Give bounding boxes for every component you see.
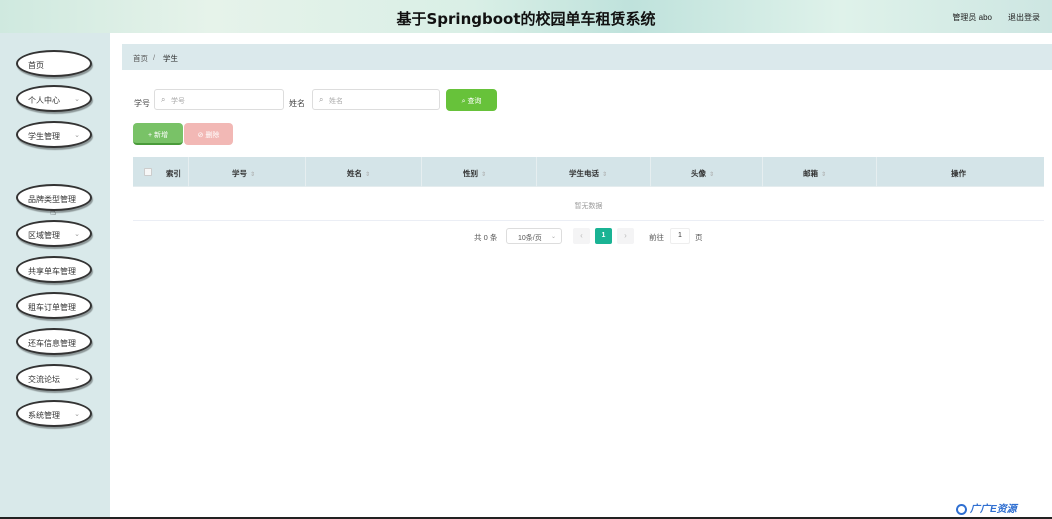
select-all-checkbox[interactable] <box>144 168 152 176</box>
breadcrumb-separator: / <box>153 53 156 62</box>
page-unit-label: 页 <box>695 233 703 242</box>
sidebar-item-shared-bike-management[interactable]: 共享单车管理 <box>16 256 92 283</box>
column-header-phone[interactable]: 学生电话 ⇕ <box>569 168 607 179</box>
sidebar: 首页 个人中心 ⌄ 学生管理 ⌄ 学生 ☝ 品牌类型管理 区域管理 ⌄ 共享单车… <box>0 33 110 519</box>
chevron-down-icon: ⌄ <box>74 96 80 103</box>
chevron-down-icon: ⌄ <box>74 132 80 139</box>
next-page-button[interactable]: › <box>617 228 634 244</box>
add-button[interactable]: + 新增 <box>133 123 183 145</box>
chevron-down-icon: ⌄ <box>550 234 556 240</box>
sidebar-item-label: 首页 <box>28 61 44 70</box>
sidebar-item-label: 区域管理 <box>28 231 60 240</box>
chevron-down-icon: ⌄ <box>74 375 80 382</box>
sidebar-item-rental-order-management[interactable]: 租车订单管理 <box>16 292 92 319</box>
sidebar-item-student-management[interactable]: 学生管理 ⌄ <box>16 121 92 148</box>
sidebar-item-label: 交流论坛 <box>28 375 60 384</box>
table-empty-row: 暂无数据 <box>133 187 1044 221</box>
sidebar-item-label: 个人中心 <box>28 96 60 105</box>
name-label: 姓名 <box>289 99 305 108</box>
sidebar-item-label: 共享单车管理 <box>28 267 76 276</box>
column-header-name[interactable]: 姓名 ⇕ <box>347 168 370 179</box>
logout-button[interactable]: 退出登录 <box>1008 12 1040 23</box>
sidebar-item-label: 系统管理 <box>28 411 60 420</box>
breadcrumb-current: 学生 <box>163 54 178 63</box>
table-header: 索引 学号 ⇕ 姓名 ⇕ 性别 ⇕ 学生电话 ⇕ 头像 ⇕ 邮箱 ⇕ 操作 <box>133 157 1044 187</box>
goto-page-input[interactable]: 1 <box>670 228 690 244</box>
watermark-text: 广广E资源 <box>970 504 1017 515</box>
column-header-avatar[interactable]: 头像 ⇕ <box>691 168 714 179</box>
column-header-gender[interactable]: 性别 ⇕ <box>463 168 486 179</box>
search-icon: ⌕ <box>319 95 324 104</box>
sidebar-item-return-info-management[interactable]: 还车信息管理 <box>16 328 92 355</box>
add-button-label: 新增 <box>154 132 169 139</box>
column-header-index: 索引 <box>166 169 181 178</box>
name-input[interactable]: ⌕ 姓名 <box>312 89 440 110</box>
watermark-logo: 广广E资源 <box>956 500 1048 516</box>
sidebar-item-label: 品牌类型管理 <box>28 195 76 204</box>
prev-page-button[interactable]: ‹ <box>573 228 590 244</box>
name-placeholder: 姓名 <box>329 98 343 105</box>
search-icon: ⌕ <box>161 95 166 104</box>
column-header-student-id[interactable]: 学号 ⇕ <box>232 168 255 179</box>
main-content: 首页 / 学生 学号 ⌕ 学号 姓名 ⌕ 姓名 ⌕ 查询 + 新增 ⊘ 删除 索… <box>122 44 1052 519</box>
sidebar-item-area-management[interactable]: 区域管理 ⌄ <box>16 220 92 247</box>
page-size-select[interactable]: 10条/页 ⌄ <box>506 228 562 244</box>
sidebar-item-system-management[interactable]: 系统管理 ⌄ <box>16 400 92 427</box>
top-header: 基于Springboot的校园单车租赁系统 管理员 abo 退出登录 <box>0 0 1052 33</box>
student-id-label: 学号 <box>134 99 150 108</box>
delete-button[interactable]: ⊘ 删除 <box>184 123 233 145</box>
breadcrumb-home[interactable]: 首页 <box>133 53 148 64</box>
pagination-total: 共 0 条 <box>474 233 498 242</box>
sidebar-item-forum[interactable]: 交流论坛 ⌄ <box>16 364 92 391</box>
logo-circle-icon <box>956 503 967 515</box>
sidebar-item-home[interactable]: 首页 <box>16 50 92 77</box>
page-size-value: 10条/页 <box>518 235 542 242</box>
column-header-actions: 操作 <box>951 169 966 178</box>
column-header-email[interactable]: 邮箱 ⇕ <box>803 168 826 179</box>
delete-button-label: 删除 <box>205 132 220 139</box>
empty-table-text: 暂无数据 <box>574 203 603 210</box>
student-id-input[interactable]: ⌕ 学号 <box>154 89 284 110</box>
breadcrumb: 首页 / 学生 <box>122 44 1052 70</box>
page-number-1[interactable]: 1 <box>595 228 612 244</box>
search-button[interactable]: ⌕ 查询 <box>446 89 497 111</box>
sidebar-item-brand-type-management[interactable]: 品牌类型管理 <box>16 184 92 211</box>
sidebar-item-label: 租车订单管理 <box>28 303 76 312</box>
goto-label: 前往 <box>649 233 664 242</box>
chevron-down-icon: ⌄ <box>74 231 80 238</box>
sidebar-item-label: 还车信息管理 <box>28 339 76 348</box>
sidebar-item-label: 学生管理 <box>28 132 60 141</box>
app-title: 基于Springboot的校园单车租赁系统 <box>396 10 656 28</box>
student-id-placeholder: 学号 <box>171 98 185 105</box>
search-button-label: 查询 <box>467 98 482 105</box>
current-user-label: 管理员 abo <box>952 13 992 22</box>
chevron-down-icon: ⌄ <box>74 411 80 418</box>
sidebar-item-personal-center[interactable]: 个人中心 ⌄ <box>16 85 92 112</box>
